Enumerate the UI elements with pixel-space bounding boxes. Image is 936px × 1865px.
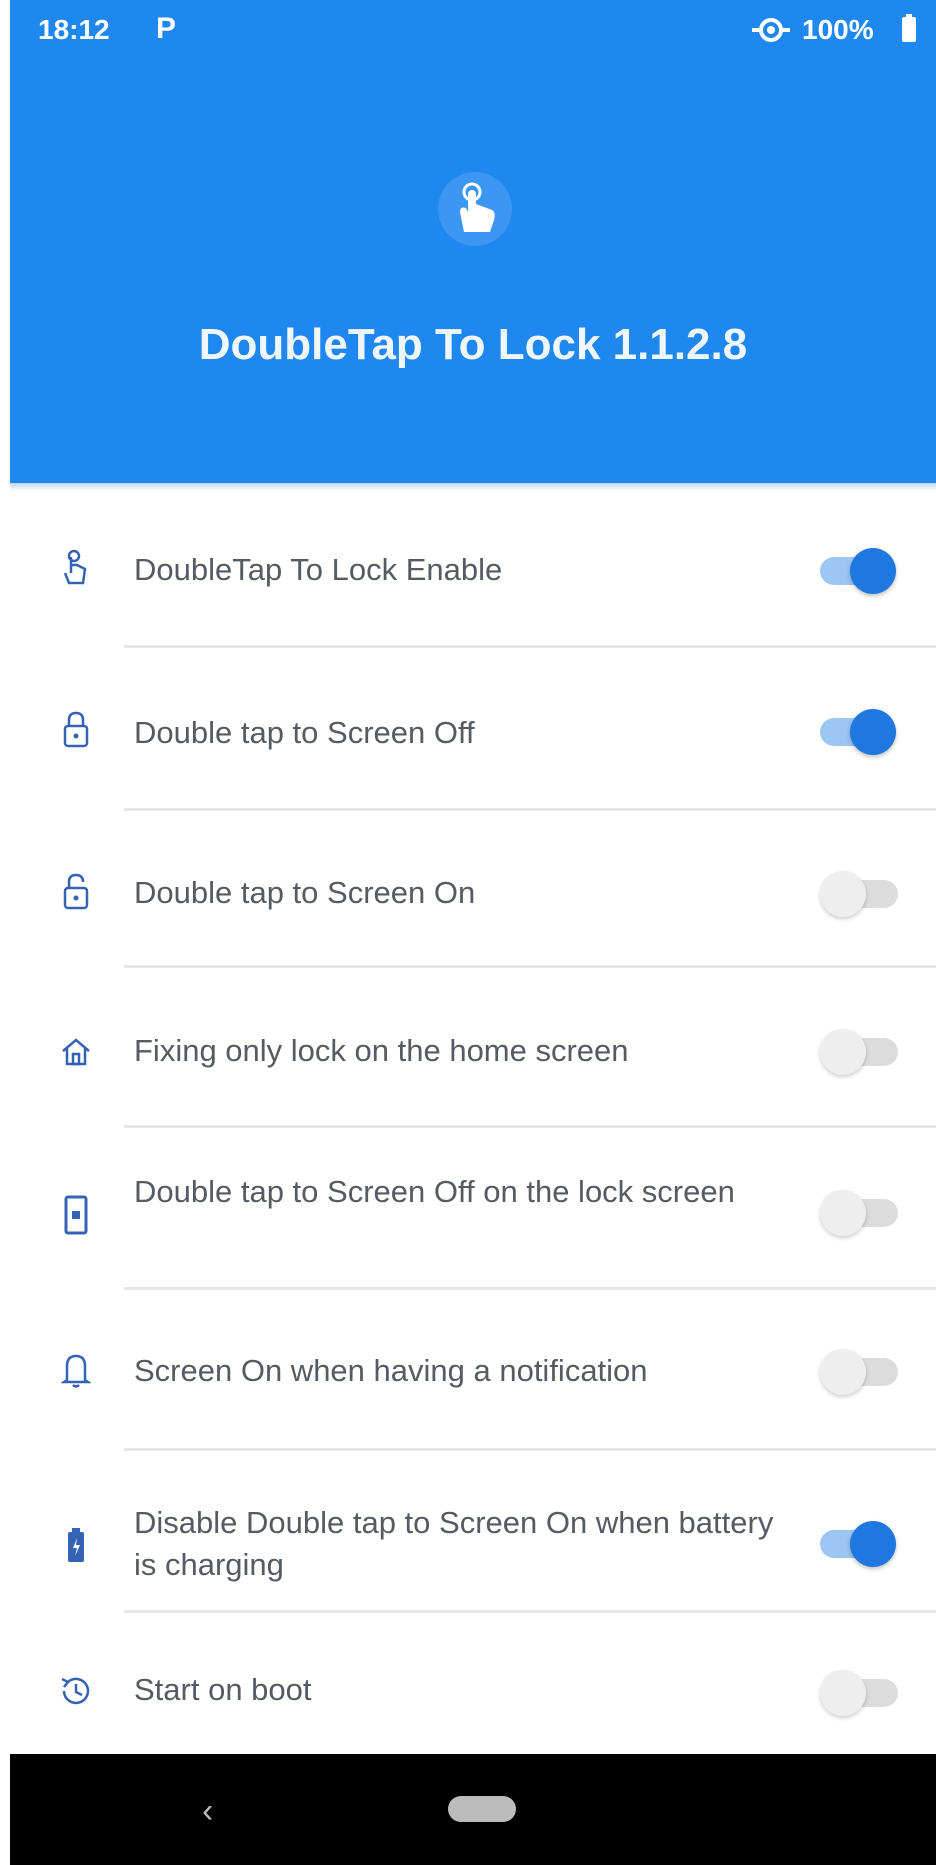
setting-row-screen-on[interactable]: Double tap to Screen On	[10, 860, 936, 960]
setting-label: Screen On when having a notification	[134, 1353, 648, 1388]
divider	[124, 1125, 936, 1128]
app-logo	[438, 172, 512, 246]
bell-icon	[56, 1350, 96, 1390]
back-icon[interactable]: ‹	[202, 1792, 213, 1831]
status-bar: 18:12 P 100%	[10, 0, 936, 64]
data-saver-icon	[752, 18, 790, 42]
setting-row-start-on-boot[interactable]: Start on boot	[10, 1665, 936, 1745]
setting-row-screen-off[interactable]: Double tap to Screen Off	[10, 700, 936, 800]
phone-icon	[56, 1195, 96, 1235]
setting-label: Double tap to Screen On	[134, 875, 476, 910]
app-title: DoubleTap To Lock 1.1.2.8	[198, 320, 748, 369]
divider	[124, 645, 936, 648]
setting-label: Double tap to Screen Off on the lock scr…	[134, 1174, 735, 1209]
status-time: 18:12	[38, 14, 110, 45]
setting-label: Fixing only lock on the home screen	[134, 1033, 629, 1068]
setting-row-battery-charging[interactable]: Disable Double tap to Screen On when bat…	[10, 1492, 936, 1612]
setting-label: DoubleTap To Lock Enable	[134, 552, 503, 587]
setting-row-home-only[interactable]: Fixing only lock on the home screen	[10, 1020, 936, 1120]
home-icon	[56, 1032, 96, 1072]
toggle-battery-charging[interactable]	[820, 1518, 898, 1568]
toggle-doubletap-enable[interactable]	[820, 545, 898, 595]
setting-row-doubletap-enable[interactable]: DoubleTap To Lock Enable	[10, 535, 936, 635]
toggle-start-on-boot[interactable]	[820, 1667, 898, 1717]
toggle-home-only[interactable]	[820, 1026, 898, 1076]
setting-label: Double tap to Screen Off	[134, 715, 475, 750]
toggle-notification[interactable]	[820, 1346, 898, 1396]
battery-percent: 100%	[802, 14, 874, 45]
header-divider	[10, 483, 936, 491]
setting-row-lock-screen[interactable]: Double tap to Screen Off on the lock scr…	[10, 1165, 936, 1285]
tap-icon	[56, 549, 96, 589]
divider	[124, 1448, 936, 1451]
toggle-screen-on[interactable]	[820, 868, 898, 918]
navigation-bar: ‹	[10, 1754, 936, 1865]
setting-label: Disable Double tap to Screen On when bat…	[134, 1505, 774, 1582]
app-header: 18:12 P 100% DoubleTap To Lock 1.1.2.8	[10, 0, 936, 483]
divider	[124, 965, 936, 968]
setting-row-notification[interactable]: Screen On when having a notification	[10, 1340, 936, 1440]
setting-label: Start on boot	[134, 1672, 312, 1707]
toggle-lock-screen[interactable]	[820, 1187, 898, 1237]
toggle-screen-off[interactable]	[820, 706, 898, 756]
divider	[124, 1610, 936, 1613]
notification-icon: P	[156, 12, 177, 45]
lock-icon	[56, 872, 96, 912]
battery-icon	[902, 14, 916, 42]
divider	[124, 1287, 936, 1290]
tap-icon	[460, 182, 495, 232]
home-button[interactable]	[448, 1796, 516, 1822]
lock-icon	[56, 710, 96, 750]
battery-charging-icon	[56, 1526, 96, 1566]
divider	[124, 808, 936, 811]
history-icon	[56, 1671, 96, 1711]
